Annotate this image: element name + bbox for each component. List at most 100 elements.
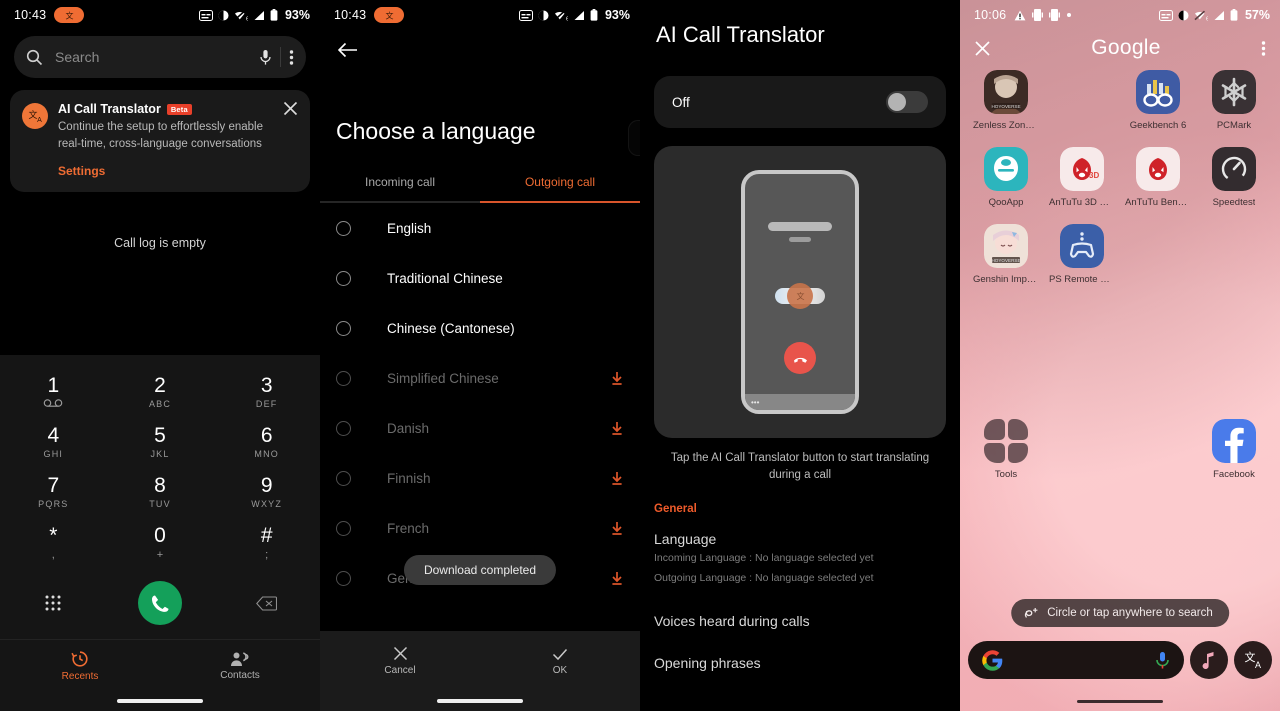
language-row-simplified-chinese[interactable]: Simplified Chinese (320, 353, 640, 403)
radio-button[interactable] (336, 520, 351, 536)
google-search-bar[interactable] (968, 641, 1184, 679)
captions-icon (518, 9, 533, 21)
svg-text:文: 文 (385, 10, 393, 20)
setting-row-voices[interactable]: Voices heard during calls (640, 587, 960, 629)
status-time: 10:43 (14, 8, 47, 22)
music-app-button[interactable] (1190, 641, 1228, 679)
battery-percent: 57% (1244, 8, 1270, 22)
close-icon[interactable] (974, 40, 991, 57)
master-toggle-card[interactable]: Off (654, 76, 946, 128)
language-label: Danish (387, 420, 430, 436)
folder-title[interactable]: Google (991, 36, 1261, 60)
key-number: 9 (260, 474, 273, 497)
dialpad-key-8[interactable]: 8 TUV (107, 467, 214, 517)
ok-button[interactable]: OK (480, 631, 640, 691)
backspace-button[interactable] (213, 595, 320, 611)
nav-tab-recents[interactable]: Recents (0, 640, 160, 691)
dialpad-key-9[interactable]: 9 WXYZ (213, 467, 320, 517)
search-input[interactable]: Search (55, 49, 259, 65)
tab-outgoing-call[interactable]: Outgoing call (480, 175, 640, 201)
translate-app-button[interactable]: 文 A (1234, 641, 1272, 679)
app-antutu-benchmark[interactable]: AnTuTu Bench.. (1120, 147, 1196, 208)
language-row-french[interactable]: French (320, 503, 640, 553)
app-facebook[interactable]: Facebook (1196, 419, 1272, 480)
call-button[interactable] (138, 581, 182, 625)
dnd-icon (1178, 10, 1189, 21)
download-icon[interactable] (610, 571, 624, 586)
gesture-bar[interactable] (320, 691, 640, 711)
app-ps-remote-play[interactable]: PS Remote Play (1044, 224, 1120, 285)
radio-button[interactable] (336, 470, 351, 486)
cancel-button[interactable]: Cancel (320, 631, 480, 691)
status-time: 10:43 (334, 8, 367, 22)
dialpad-key-2[interactable]: 2 ABC (107, 367, 214, 417)
gesture-bar[interactable] (960, 699, 1280, 703)
language-row-finnish[interactable]: Finnish (320, 453, 640, 503)
search-bar[interactable]: Search (14, 36, 306, 78)
circle-search-icon (1023, 606, 1039, 621)
dialpad-key-0[interactable]: 0 + (107, 517, 214, 567)
mic-icon[interactable] (259, 49, 272, 66)
radio-button[interactable] (336, 320, 351, 336)
keypad-toggle-button[interactable] (0, 594, 107, 612)
radio-button[interactable] (336, 270, 351, 286)
download-icon[interactable] (610, 521, 624, 536)
app-zenless-zone-zero[interactable]: HOYOVERSE Zenless Zone Z... (968, 70, 1044, 131)
ai-call-translator-promo-card[interactable]: 文 A AI Call Translator Beta Continue the… (10, 90, 310, 193)
key-letters: WXYZ (251, 499, 283, 509)
tab-incoming-call[interactable]: Incoming call (320, 175, 480, 201)
app-geekbench-6[interactable]: Geekbench 6 (1120, 70, 1196, 131)
svg-text:6: 6 (1206, 16, 1208, 21)
status-bar: 10:43 文 6 93% (320, 0, 640, 30)
app-qooapp[interactable]: QooApp (968, 147, 1044, 208)
language-row-traditional-chinese[interactable]: Traditional Chinese (320, 253, 640, 303)
promo-settings-link[interactable]: Settings (58, 164, 105, 178)
download-icon[interactable] (610, 421, 624, 436)
master-toggle-switch[interactable] (886, 91, 928, 113)
svg-text:A: A (37, 117, 42, 124)
language-row-english[interactable]: English (320, 203, 640, 253)
radio-button[interactable] (336, 370, 351, 386)
download-icon[interactable] (610, 371, 624, 386)
dialpad-key-hash[interactable]: # ; (213, 517, 320, 567)
keypad-icon (44, 594, 62, 612)
app-genshin-impact[interactable]: HOYOVERSE Genshin Impact (968, 224, 1044, 285)
back-button[interactable] (320, 30, 640, 58)
dialpad-key-star[interactable]: * , (0, 517, 107, 567)
more-vert-icon[interactable] (1261, 40, 1266, 57)
dialpad-key-1[interactable]: 1 (0, 367, 107, 417)
download-icon[interactable] (610, 471, 624, 486)
key-number: * (49, 524, 58, 547)
setting-title: Language (654, 531, 717, 548)
bottom-navigation: Recents Contacts (0, 639, 320, 691)
empty-slot (1060, 70, 1104, 114)
setting-row-language[interactable]: Language Incoming Language : No language… (640, 515, 960, 587)
dialpad-key-5[interactable]: 5 JKL (107, 417, 214, 467)
contacts-icon (230, 651, 250, 667)
gesture-bar[interactable] (0, 691, 320, 711)
language-label: French (387, 520, 430, 536)
key-number: 4 (47, 424, 60, 447)
language-row-chinese-cantonese[interactable]: Chinese (Cantonese) (320, 303, 640, 353)
mic-icon[interactable] (1155, 651, 1170, 670)
app-tools-folder[interactable]: Tools (968, 419, 1044, 480)
radio-button[interactable] (336, 570, 351, 586)
setting-row-opening-phrases[interactable]: Opening phrases (640, 629, 960, 671)
app-pcmark[interactable]: PCMark (1196, 70, 1272, 131)
translator-status-icon: 文 (374, 7, 405, 23)
app-speedtest[interactable]: Speedtest (1196, 147, 1272, 208)
app-label: Facebook (1213, 469, 1255, 480)
close-icon[interactable] (283, 101, 298, 116)
more-vert-icon[interactable] (289, 49, 294, 66)
radio-button[interactable] (336, 220, 351, 236)
call-direction-tabs: Incoming call Outgoing call (320, 175, 640, 201)
dialpad-key-7[interactable]: 7 PQRS (0, 467, 107, 517)
dialpad-key-3[interactable]: 3 DEF (213, 367, 320, 417)
language-row-danish[interactable]: Danish (320, 403, 640, 453)
app-antutu-3d-benchmark[interactable]: 3D AnTuTu 3D Ben.. (1044, 147, 1120, 208)
nav-tab-contacts[interactable]: Contacts (160, 640, 320, 691)
dialpad-key-6[interactable]: 6 MNO (213, 417, 320, 467)
circle-to-search-hint[interactable]: Circle or tap anywhere to search (1011, 599, 1229, 627)
dialpad-key-4[interactable]: 4 GHI (0, 417, 107, 467)
radio-button[interactable] (336, 420, 351, 436)
